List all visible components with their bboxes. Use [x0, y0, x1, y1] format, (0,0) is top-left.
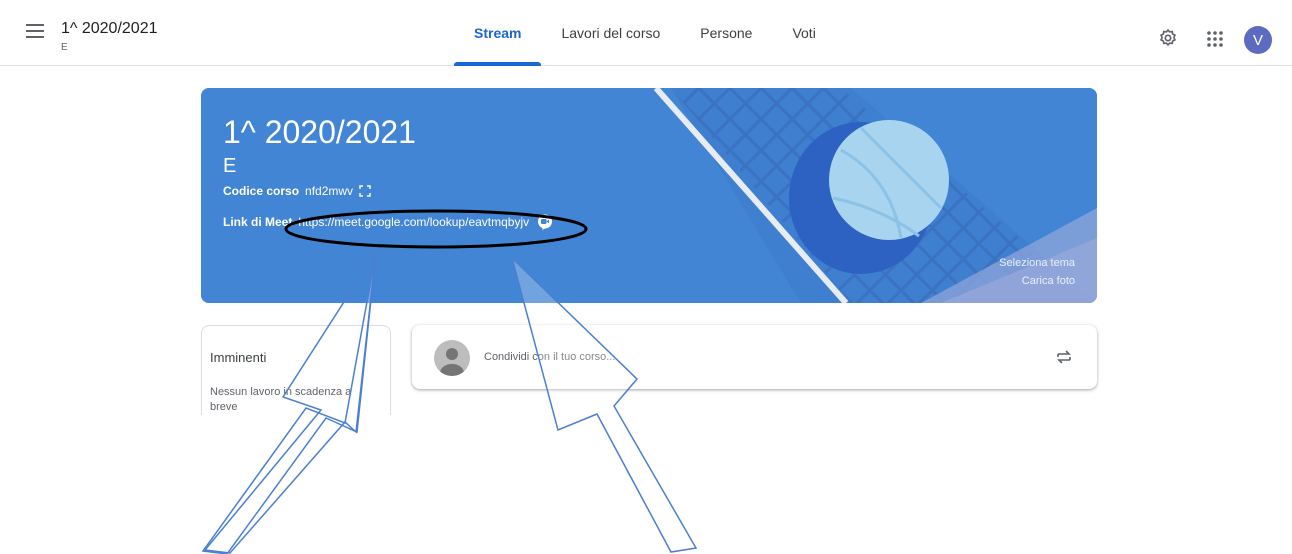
menu-icon[interactable]: [26, 24, 44, 38]
class-code-label: Codice corso: [223, 184, 300, 198]
gear-icon[interactable]: [1158, 28, 1178, 48]
tab-grades[interactable]: Voti: [772, 0, 835, 66]
theme-links: Seleziona tema Carica foto: [999, 254, 1075, 290]
upcoming-title: Imminenti: [210, 350, 267, 365]
tab-classwork[interactable]: Lavori del corso: [541, 0, 680, 66]
class-code-row: Codice corso nfd2mwv: [223, 184, 371, 198]
meet-video-icon[interactable]: [537, 214, 553, 230]
tab-people[interactable]: Persone: [680, 0, 772, 66]
banner-class-title: 1^ 2020/2021: [223, 114, 416, 150]
upcoming-text: Nessun lavoro in scadenza a breve: [210, 386, 352, 413]
select-theme-link[interactable]: Seleziona tema: [999, 254, 1075, 272]
share-input-placeholder[interactable]: Condividi con il tuo corso...: [484, 351, 615, 363]
account-avatar[interactable]: V: [1244, 26, 1272, 54]
apps-icon[interactable]: [1206, 30, 1224, 48]
upload-photo-link[interactable]: Carica foto: [999, 272, 1075, 290]
class-section: E: [61, 42, 68, 53]
tab-stream[interactable]: Stream: [454, 0, 542, 66]
share-with-class-box[interactable]: Condividi con il tuo corso...: [412, 325, 1097, 389]
class-banner: 1^ 2020/2021 E Codice corso nfd2mwv Link…: [201, 88, 1097, 303]
top-app-bar: 1^ 2020/2021 E Stream Lavori del corso P…: [0, 0, 1292, 66]
expand-icon[interactable]: [359, 185, 371, 197]
class-tabs: Stream Lavori del corso Persone Voti: [454, 0, 836, 66]
banner-class-section: E: [223, 155, 237, 177]
meet-link[interactable]: https://meet.google.com/lookup/eavtmqbyj…: [298, 215, 529, 229]
upcoming-card: Imminenti Nessun lavoro in scadenza a br…: [201, 325, 391, 415]
user-avatar-icon: [434, 340, 470, 376]
class-code-value: nfd2mwv: [305, 184, 354, 198]
repost-icon[interactable]: [1054, 347, 1074, 367]
meet-link-row: Link di Meet https://meet.google.com/loo…: [223, 214, 553, 230]
meet-link-label: Link di Meet: [223, 215, 293, 229]
class-title[interactable]: 1^ 2020/2021: [61, 20, 157, 38]
